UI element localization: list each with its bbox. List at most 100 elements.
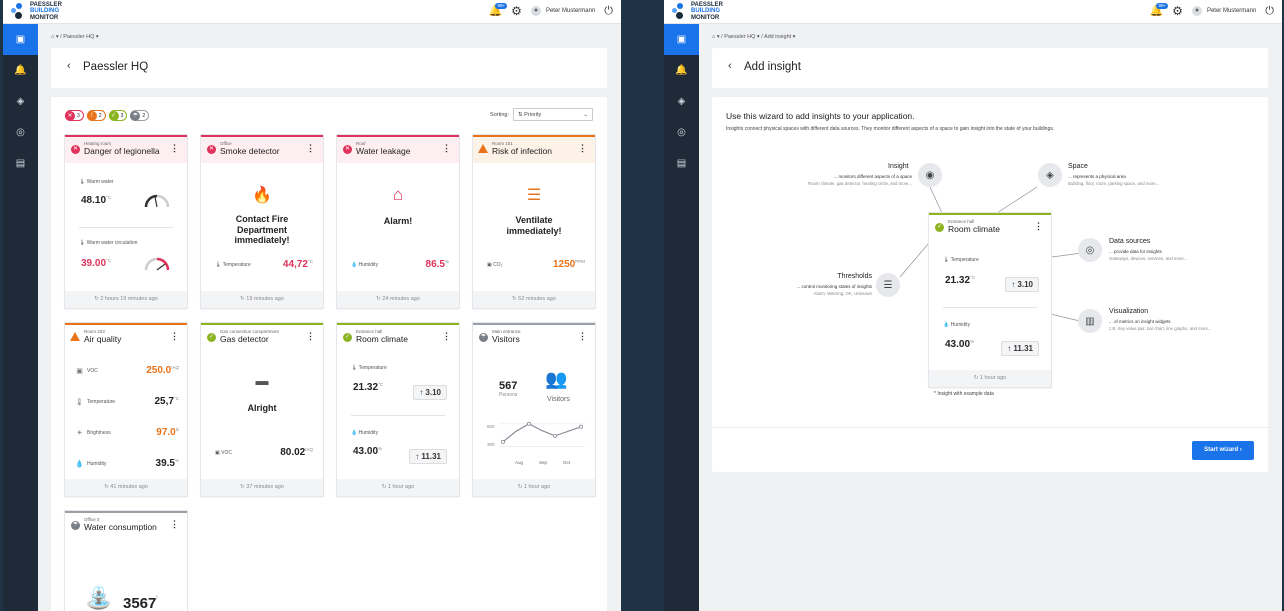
more-options-icon[interactable]: ⋮ <box>170 144 179 153</box>
visualization-title: Visualization <box>1109 308 1149 315</box>
more-options-icon[interactable]: ⋮ <box>578 144 587 153</box>
filter-count: 2 <box>98 112 102 119</box>
insight-card-visitors[interactable]: ☂ Main entrance Visitors ⋮ 567 Persons 👥… <box>473 323 595 496</box>
breadcrumb[interactable]: ⌂ ▾ / Paessler HQ ▾ <box>51 34 99 40</box>
alarm-status-icon: ✕ <box>207 145 216 154</box>
page-header: ‹ Paessler HQ <box>51 48 607 88</box>
insight-card-legionella[interactable]: ✕ Heating room Danger of legionella ⋮ 🌡 … <box>65 135 187 308</box>
visitors-label: Visitors <box>547 396 570 403</box>
sidebar-dashboard-icon[interactable]: ▣ <box>3 24 38 55</box>
sidebar-alarm-bell-icon[interactable]: 🔔 <box>664 55 699 86</box>
alarm-status-icon: ✕ <box>71 145 80 154</box>
unknown-umbrella-icon: ☂ <box>130 110 141 121</box>
metric-value: 80.02 <box>280 447 306 458</box>
metric-label: Warm water circulation <box>86 240 138 246</box>
user-menu[interactable]: ● Peter Mustermann <box>530 6 595 16</box>
logo-line: MONITOR <box>30 14 59 21</box>
insight-card-gas-detector[interactable]: ✓ Gas connection compartment Gas detecto… <box>201 323 323 496</box>
insight-card-air-quality[interactable]: Room 203 Air quality ⋮ ▣ VOC 250.0IAQ 🌡 Tem… <box>65 323 187 496</box>
thresholds-title: Thresholds <box>837 273 872 280</box>
card-timestamp: 41 minutes ago <box>110 484 148 490</box>
user-menu[interactable]: ● Peter Mustermann <box>1191 6 1256 16</box>
ventilation-icon: ☰ <box>526 187 542 204</box>
faucet-icon: ⛲ <box>85 585 113 610</box>
x-tick-label: Sep <box>539 460 548 465</box>
filter-alarm[interactable]: ✕ 3 <box>65 110 84 121</box>
filter-ok[interactable]: ✓ 3 <box>108 110 128 121</box>
page-header: ‹ Add insight <box>712 48 1268 88</box>
more-options-icon[interactable]: ⋮ <box>306 144 315 153</box>
insight-card-water-leakage[interactable]: ✕ Roof Water leakage ⋮ ⌂ Alarm! 💧 Humidi… <box>337 135 459 308</box>
drop-icon: 💧 <box>351 262 359 268</box>
metric-label: VOC <box>221 450 232 456</box>
insight-card-room-climate[interactable]: ✓ Entrance hall Room climate ⋮ 🌡 Tempera… <box>337 323 459 496</box>
metric-label: Temperature <box>358 365 387 371</box>
thermometer-icon: 🌡 <box>351 365 359 371</box>
power-logout-icon[interactable]: ⏻ <box>1265 5 1274 17</box>
people-icon: 👥 <box>545 369 568 389</box>
filter-count: 3 <box>77 112 80 119</box>
more-options-icon[interactable]: ⋮ <box>170 332 179 341</box>
sorting-select[interactable]: ⇅ Priority ⌄ <box>513 108 593 121</box>
back-chevron-icon[interactable]: ‹ <box>728 60 732 72</box>
flooded-house-icon: ⌂ <box>392 185 404 204</box>
insight-title: Insight <box>888 163 909 170</box>
sidebar: ▣ 🔔 ◈ ◎ ▤ <box>664 24 699 611</box>
fire-icon: 🔥 <box>252 187 272 204</box>
sidebar-layers-icon[interactable]: ◈ <box>664 86 699 117</box>
metric-value: 48.10 <box>81 195 107 206</box>
insight-card-water-consumption[interactable]: ☂ Office 3 Water consumption ⋮ ⛲ 3567l <box>65 511 187 611</box>
metric-unit: °C <box>106 195 112 200</box>
visitors-line-chart <box>499 421 585 447</box>
start-wizard-button[interactable]: Start wizard › <box>1192 441 1254 460</box>
sidebar-report-icon[interactable]: ▤ <box>664 148 699 179</box>
filter-warning[interactable]: ! 2 <box>86 110 106 121</box>
drop-icon: 💧 <box>351 430 359 436</box>
sidebar-layers-icon[interactable]: ◈ <box>3 86 38 117</box>
visitor-count: 567 <box>499 380 518 392</box>
metric-unit: °C <box>307 259 313 264</box>
thresholds-desc: ... control monitoring states of insight… <box>796 284 872 289</box>
visitors-series-line <box>502 423 582 443</box>
data-point <box>501 439 506 444</box>
metric-unit: % <box>444 259 449 264</box>
more-options-icon[interactable]: ⋮ <box>442 144 451 153</box>
sidebar-target-icon[interactable]: ◎ <box>3 117 38 148</box>
app-logo[interactable]: PAESSLER BUILDING MONITOR <box>670 2 723 21</box>
more-options-icon[interactable]: ⋮ <box>306 332 315 341</box>
metric-label: Brightness <box>87 429 111 436</box>
more-options-icon[interactable]: ⋮ <box>578 332 587 341</box>
more-options-icon[interactable]: ⋮ <box>170 520 179 529</box>
ok-check-icon: ✓ <box>207 333 216 342</box>
filter-unknown[interactable]: ☂ 2 <box>130 110 150 121</box>
metric-value: 39.5 <box>155 458 175 469</box>
settings-gear-icon[interactable]: ⚙ <box>1172 5 1183 17</box>
trend-badge: ↑ 11.31 <box>409 449 447 464</box>
ok-check-icon: ✓ <box>343 333 352 342</box>
notifications-bell-icon[interactable]: 🔔 99+ <box>488 3 508 17</box>
more-options-icon[interactable]: ⋮ <box>442 332 451 341</box>
power-logout-icon[interactable]: ⏻ <box>604 5 613 17</box>
trend-badge: ↑ 3.10 <box>413 385 447 400</box>
sidebar-alarm-bell-icon[interactable]: 🔔 <box>3 55 38 86</box>
drop-icon: 💧 <box>943 322 951 328</box>
card-timestamp: 37 minutes ago <box>246 484 284 490</box>
notifications-bell-icon[interactable]: 🔔 99+ <box>1149 3 1169 17</box>
breadcrumb[interactable]: ⌂ ▾ / Paessler HQ ▾ / Add insight ▾ <box>712 34 795 40</box>
voc-icon: ▣ <box>76 367 83 375</box>
sidebar-dashboard-icon[interactable]: ▣ <box>664 24 699 55</box>
y-tick-label: 600 <box>487 424 495 429</box>
sidebar-target-icon[interactable]: ◎ <box>664 117 699 148</box>
insight-card-smoke[interactable]: ✕ Office Smoke detector ⋮ 🔥 Contact Fire… <box>201 135 323 308</box>
settings-gear-icon[interactable]: ⚙ <box>511 5 522 17</box>
x-tick-label: Aug <box>515 460 524 465</box>
back-chevron-icon[interactable]: ‹ <box>67 60 71 72</box>
app-logo[interactable]: PAESSLER BUILDING MONITOR <box>9 2 62 21</box>
insight-card-infection[interactable]: Room 101 Risk of infection ⋮ ☰ Ventilate… <box>473 135 595 308</box>
thermometer-icon: 🌡 <box>943 257 951 263</box>
notification-badge: 99+ <box>1156 3 1169 9</box>
metric-value: 86.5 <box>425 259 445 270</box>
sidebar-report-icon[interactable]: ▤ <box>3 148 38 179</box>
metric-unit: lx <box>175 427 179 432</box>
filter-count: 3 <box>120 112 124 119</box>
